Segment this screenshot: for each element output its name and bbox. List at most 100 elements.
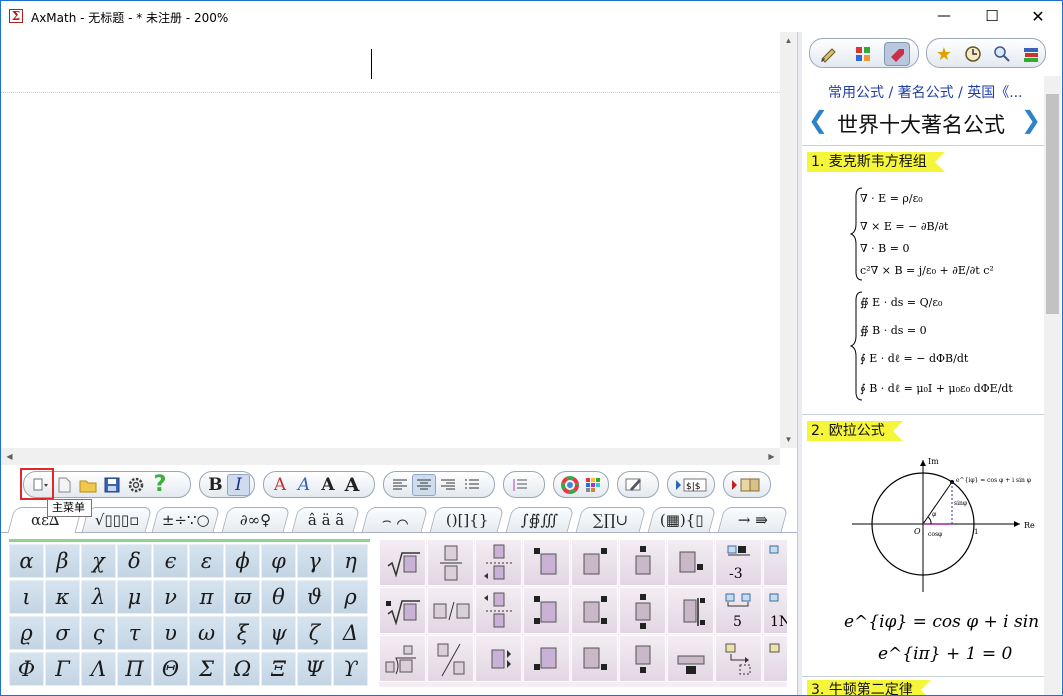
greek-symbol-button[interactable]: η <box>333 544 368 578</box>
template-over[interactable] <box>619 539 666 586</box>
greek-symbol-button[interactable]: ϖ <box>225 580 260 614</box>
template-superscript-left[interactable] <box>523 539 570 586</box>
template-label-1n[interactable]: 1N <box>763 587 787 634</box>
brush-icon[interactable] <box>816 42 842 66</box>
section-label-maxwell[interactable]: 1. 麦克斯韦方程组 <box>807 152 945 172</box>
tab-matrices[interactable]: (▦){▯ <box>647 507 717 532</box>
edit-pen-button[interactable] <box>622 474 646 496</box>
template-bevelled-fraction[interactable] <box>427 635 474 682</box>
template-fraction[interactable] <box>427 539 474 586</box>
template-arrow-label[interactable] <box>715 635 762 682</box>
greek-symbol-button[interactable]: Θ <box>153 652 188 686</box>
greek-symbol-button[interactable]: Γ <box>45 652 80 686</box>
tab-templates[interactable]: √▯▯▯▫ <box>81 507 153 532</box>
template-long-division[interactable] <box>379 635 426 682</box>
palette-scroll-area[interactable] <box>788 539 797 687</box>
greek-symbol-button[interactable]: υ <box>153 616 188 650</box>
euler-identity[interactable]: e^{iπ} + 1 = 0 <box>878 644 1012 664</box>
greek-symbol-button[interactable]: φ <box>261 544 296 578</box>
scroll-right-icon[interactable]: ▶ <box>763 448 780 465</box>
greek-symbol-button[interactable]: μ <box>117 580 152 614</box>
template-subscript-2[interactable] <box>571 635 618 682</box>
settings-button[interactable] <box>124 474 148 496</box>
template-over-under[interactable] <box>619 587 666 634</box>
scroll-left-icon[interactable]: ◀ <box>1 448 18 465</box>
text-style-blue-button[interactable]: A <box>292 474 316 496</box>
greek-symbol-button[interactable]: ϱ <box>9 616 44 650</box>
color-grid-button[interactable] <box>581 474 604 496</box>
library-vertical-scrollbar[interactable] <box>1044 76 1061 695</box>
grid-apps-icon[interactable] <box>850 42 876 66</box>
text-style-bold-button[interactable]: A <box>316 474 340 496</box>
tab-arrows[interactable]: → ⇛ <box>717 507 789 532</box>
scroll-up-icon[interactable]: ▲ <box>780 32 797 49</box>
open-file-button[interactable] <box>76 474 100 496</box>
align-center-button[interactable] <box>412 473 436 496</box>
template-under-over[interactable] <box>475 539 522 586</box>
save-button[interactable] <box>100 474 124 496</box>
greek-symbol-button[interactable]: ι <box>9 580 44 614</box>
template-label-minus3[interactable]: -3 <box>715 539 762 586</box>
template-pre-sub-sup[interactable] <box>523 587 570 634</box>
clock-icon[interactable] <box>960 42 986 66</box>
greek-symbol-button[interactable]: ξ <box>225 616 260 650</box>
section-label-euler[interactable]: 2. 欧拉公式 <box>807 421 903 441</box>
greek-symbol-button[interactable]: Λ <box>81 652 116 686</box>
greek-symbol-button[interactable]: χ <box>81 544 116 578</box>
bold-button[interactable]: B <box>204 474 227 496</box>
formula-library-button[interactable] <box>728 474 766 496</box>
template-under[interactable] <box>619 635 666 682</box>
template-subscript[interactable] <box>667 539 714 586</box>
tab-over-under[interactable]: ⌢ ⌒ <box>361 507 429 532</box>
template-evaluated[interactable] <box>667 587 714 634</box>
euler-unit-circle-diagram[interactable]: Im Re O 1 e^{iφ} = cos φ + i sin φ sinφ … <box>852 452 1052 592</box>
greek-symbol-button[interactable]: Σ <box>189 652 224 686</box>
library-breadcrumb[interactable]: 常用公式 / 著名公式 / 英国《... <box>828 82 1023 102</box>
greek-symbol-button[interactable]: ρ <box>333 580 368 614</box>
editor-vertical-scrollbar[interactable]: ▲ ▼ <box>780 32 797 448</box>
greek-symbol-button[interactable]: σ <box>45 616 80 650</box>
greek-symbol-button[interactable]: β <box>45 544 80 578</box>
align-left-button[interactable] <box>388 474 412 496</box>
text-style-red-button[interactable]: A <box>268 474 292 496</box>
greek-symbol-button[interactable]: γ <box>297 544 332 578</box>
greek-symbol-button[interactable]: ϵ <box>153 544 188 578</box>
greek-symbol-button[interactable]: δ <box>117 544 152 578</box>
greek-symbol-button[interactable]: ω <box>189 616 224 650</box>
greek-symbol-button[interactable]: ϑ <box>297 580 332 614</box>
template-label-partial[interactable] <box>763 539 787 586</box>
greek-symbol-button[interactable]: ν <box>153 580 188 614</box>
greek-symbol-button[interactable]: ε <box>189 544 224 578</box>
help-icon[interactable]: ? <box>148 472 172 497</box>
greek-symbol-button[interactable]: ς <box>81 616 116 650</box>
tab-accents[interactable]: â ä ã <box>291 507 361 532</box>
greek-symbol-button[interactable]: π <box>189 580 224 614</box>
star-icon[interactable]: ★ <box>931 42 957 66</box>
template-pre-subscript[interactable] <box>523 635 570 682</box>
greek-symbol-button[interactable]: Φ <box>9 652 44 686</box>
italic-button[interactable]: I <box>226 473 250 496</box>
greek-symbol-button[interactable]: θ <box>261 580 296 614</box>
greek-symbol-button[interactable]: ζ <box>297 616 332 650</box>
tab-brackets[interactable]: ()[]{} <box>429 507 505 532</box>
greek-symbol-button[interactable]: λ <box>81 580 116 614</box>
template-nth-root[interactable] <box>379 587 426 634</box>
template-sub-sup[interactable] <box>571 587 618 634</box>
color-wheel-button[interactable] <box>558 474 581 496</box>
close-button[interactable]: ✕ <box>1015 1 1061 32</box>
align-justify-button[interactable] <box>460 474 484 496</box>
scrollbar-thumb[interactable] <box>1046 94 1059 314</box>
tab-misc-symbols[interactable]: ∂∞♀ <box>221 507 291 532</box>
greek-symbol-button[interactable]: ψ <box>261 616 296 650</box>
template-bar-box[interactable] <box>667 635 714 682</box>
greek-symbol-button[interactable]: α <box>9 544 44 578</box>
section-label-newton[interactable]: 3. 牛顿第二定律 <box>807 680 931 695</box>
editor-horizontal-scrollbar[interactable]: ◀ ▶ <box>1 448 780 465</box>
template-label-5[interactable]: 5 <box>715 587 762 634</box>
greek-symbol-button[interactable]: Π <box>117 652 152 686</box>
tab-operators[interactable]: ±÷∵○ <box>151 507 221 532</box>
maximize-button[interactable]: ☐ <box>969 1 1015 32</box>
scroll-down-icon[interactable]: ▼ <box>780 431 797 448</box>
greek-symbol-button[interactable]: τ <box>117 616 152 650</box>
template-slash-fraction[interactable] <box>427 587 474 634</box>
